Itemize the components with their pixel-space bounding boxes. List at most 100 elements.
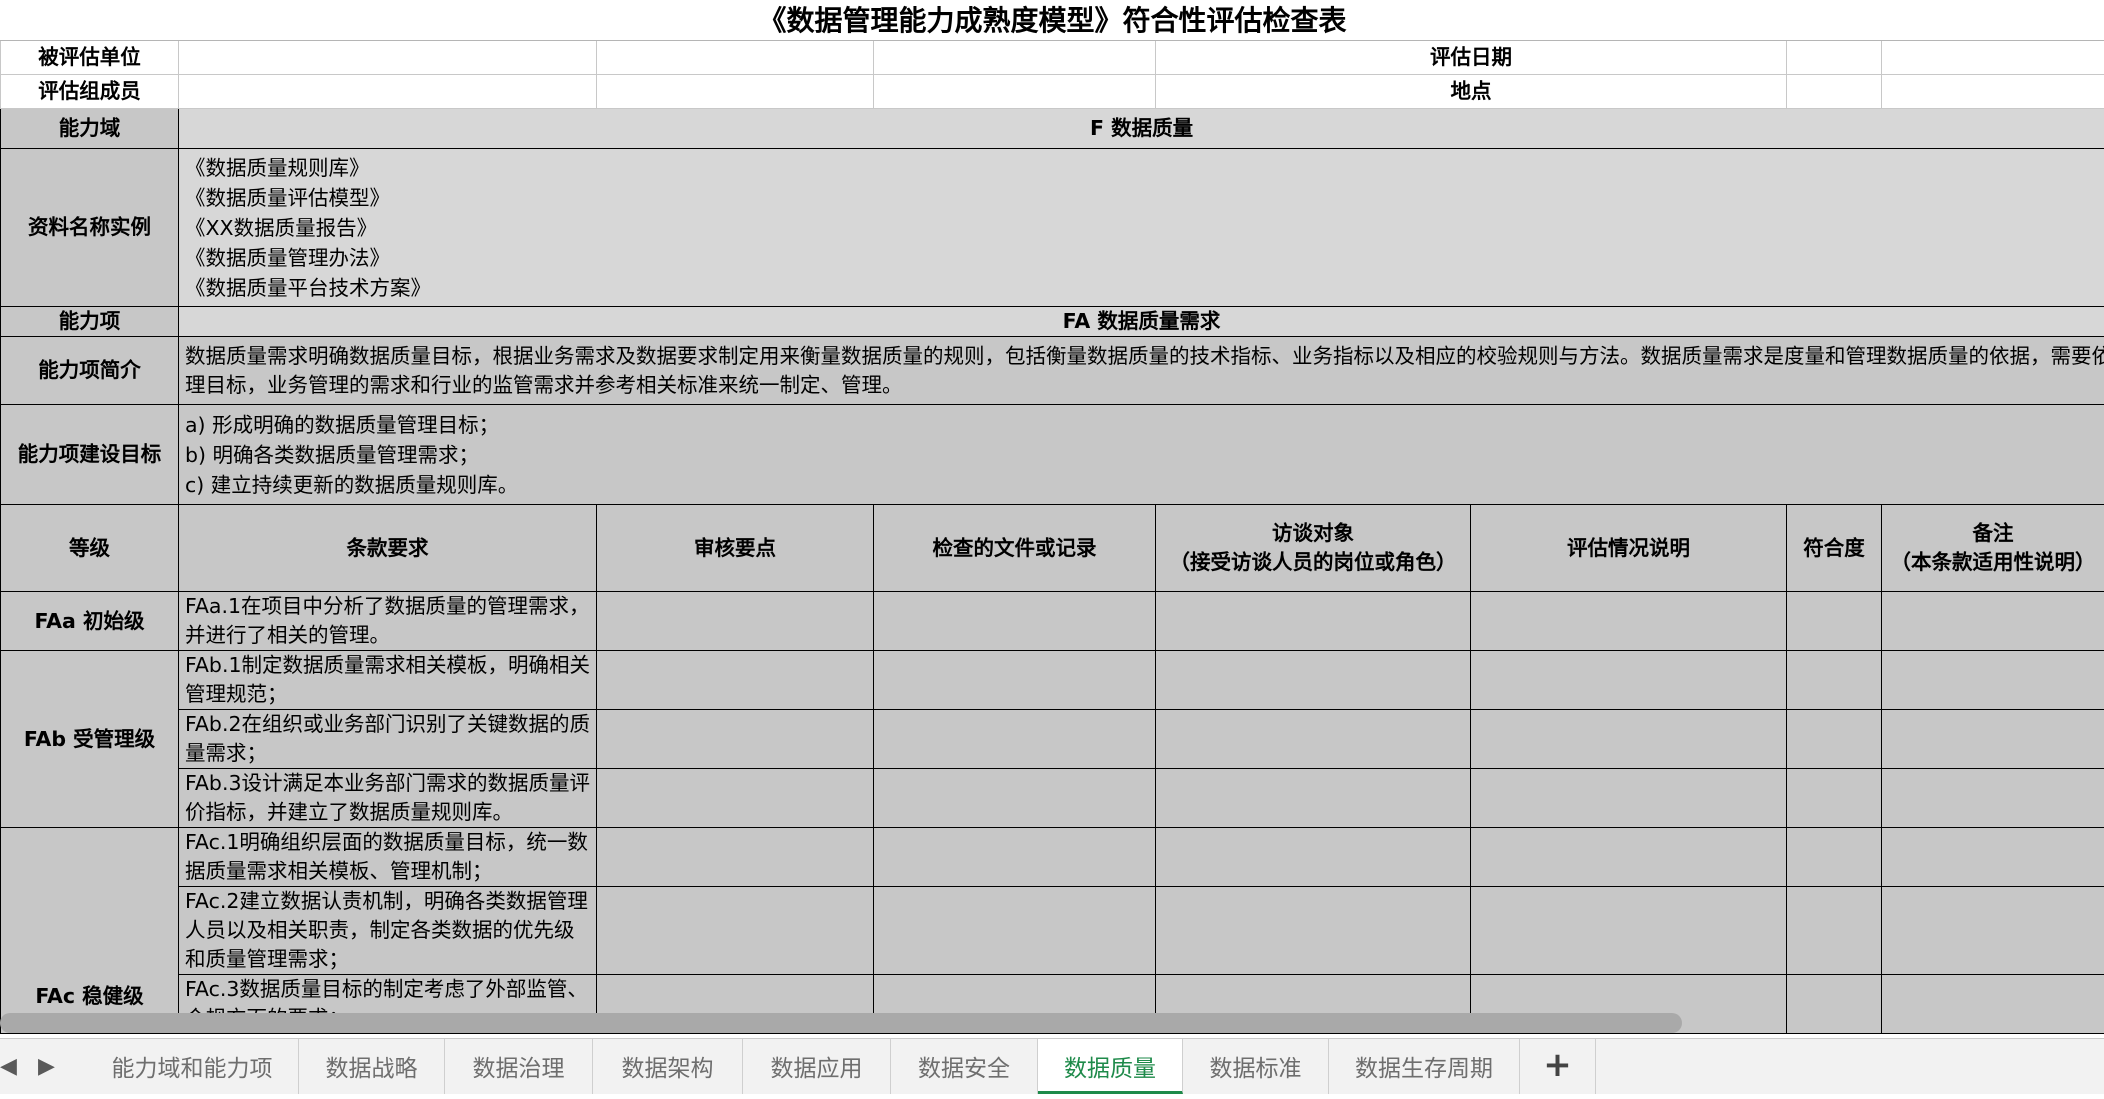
sheet-tab-data-strategy[interactable]: 数据战略 xyxy=(299,1039,445,1094)
sheet-tab-data-application[interactable]: 数据应用 xyxy=(743,1039,891,1094)
materials-label[interactable]: 资料名称实例 xyxy=(1,149,179,307)
docs-cell[interactable] xyxy=(874,651,1156,710)
evaluated-unit-cell[interactable] xyxy=(179,41,597,75)
team-members-cell[interactable] xyxy=(179,75,597,109)
add-sheet-icon[interactable]: + xyxy=(1520,1039,1596,1094)
sheet-tab-data-standard[interactable]: 数据标准 xyxy=(1183,1039,1329,1094)
audit-cell[interactable] xyxy=(597,592,874,651)
conformity-cell[interactable] xyxy=(1787,887,1882,975)
team-members-label[interactable]: 评估组成员 xyxy=(1,75,179,109)
docs-cell[interactable] xyxy=(874,710,1156,769)
audit-cell[interactable] xyxy=(597,769,874,828)
col-header-interviewee[interactable]: 访谈对象 （接受访谈人员的岗位或角色） xyxy=(1156,505,1471,592)
remark-cell[interactable] xyxy=(1882,710,2104,769)
domain-label[interactable]: 能力域 xyxy=(1,109,179,149)
material-item: 《数据质量管理办法》 xyxy=(185,243,2098,273)
audit-cell[interactable] xyxy=(597,710,874,769)
interviewee-cell[interactable] xyxy=(1156,887,1471,975)
col-header-clause[interactable]: 条款要求 xyxy=(179,505,597,592)
remark-cell[interactable] xyxy=(1882,828,2104,887)
remark-cell[interactable] xyxy=(1882,592,2104,651)
col-header-docs[interactable]: 检查的文件或记录 xyxy=(874,505,1156,592)
audit-cell[interactable] xyxy=(597,887,874,975)
scroll-tabs-left-icon[interactable]: ◀ xyxy=(0,1039,17,1094)
blank-cell[interactable] xyxy=(874,75,1156,109)
docs-cell[interactable] xyxy=(874,769,1156,828)
horizontal-scrollbar[interactable] xyxy=(0,1013,1682,1033)
col-header-level[interactable]: 等级 xyxy=(1,505,179,592)
result-cell[interactable] xyxy=(1471,769,1787,828)
goal-label[interactable]: 能力项建设目标 xyxy=(1,405,179,505)
remark-cell[interactable] xyxy=(1882,887,2104,975)
goal-list[interactable]: a) 形成明确的数据质量管理目标； b) 明确各类数据质量管理需求； c) 建立… xyxy=(179,405,2104,505)
remark-cell[interactable] xyxy=(1882,975,2104,1034)
place-label[interactable]: 地点 xyxy=(1156,75,1787,109)
docs-cell[interactable] xyxy=(874,828,1156,887)
clause-cell[interactable]: FAb.2在组织或业务部门识别了关键数据的质量需求； xyxy=(179,710,597,769)
interviewee-cell[interactable] xyxy=(1156,769,1471,828)
spreadsheet-grid[interactable]: 《数据管理能力成熟度模型》符合性评估检查表 被评估单位 评估日期 评估组成员 地… xyxy=(0,0,2104,1038)
intro-label[interactable]: 能力项简介 xyxy=(1,337,179,405)
level-robust[interactable]: FAc 稳健级 xyxy=(1,828,179,1034)
conformity-cell[interactable] xyxy=(1787,710,1882,769)
clause-cell[interactable]: FAc.2建立数据认责机制，明确各类数据管理人员以及相关职责，制定各类数据的优先… xyxy=(179,887,597,975)
goal-item: b) 明确各类数据质量管理需求； xyxy=(185,440,2098,470)
remark-cell[interactable] xyxy=(1882,651,2104,710)
remark-cell[interactable] xyxy=(1882,769,2104,828)
interviewee-cell[interactable] xyxy=(1156,592,1471,651)
sheet-tab-data-lifecycle[interactable]: 数据生存周期 xyxy=(1329,1039,1520,1094)
sheet-tab-capability-domain[interactable]: 能力域和能力项 xyxy=(86,1039,299,1094)
materials-list[interactable]: 《数据质量规则库》 《数据质量评估模型》 《XX数据质量报告》 《数据质量管理办… xyxy=(179,149,2104,307)
goal-item: c) 建立持续更新的数据质量规则库。 xyxy=(185,470,2098,500)
clause-cell[interactable]: FAc.1明确组织层面的数据质量目标，统一数据质量需求相关模板、管理机制； xyxy=(179,828,597,887)
evaluation-date-cell[interactable] xyxy=(1787,41,1882,75)
capability-item-value[interactable]: FA 数据质量需求 xyxy=(179,307,2104,337)
interviewee-cell[interactable] xyxy=(1156,710,1471,769)
place-cell[interactable] xyxy=(1787,75,1882,109)
col-header-audit[interactable]: 审核要点 xyxy=(597,505,874,592)
scroll-tabs-right-icon[interactable]: ▶ xyxy=(38,1039,55,1094)
col-header-result[interactable]: 评估情况说明 xyxy=(1471,505,1787,592)
level-initial[interactable]: FAa 初始级 xyxy=(1,592,179,651)
clause-cell[interactable]: FAb.1制定数据质量需求相关模板，明确相关管理规范； xyxy=(179,651,597,710)
evaluation-date-label[interactable]: 评估日期 xyxy=(1156,41,1787,75)
col-header-remark[interactable]: 备注 （本条款适用性说明） xyxy=(1882,505,2104,592)
conformity-cell[interactable] xyxy=(1787,592,1882,651)
blank-cell[interactable] xyxy=(597,75,874,109)
result-cell[interactable] xyxy=(1471,592,1787,651)
docs-cell[interactable] xyxy=(874,887,1156,975)
capability-item-label[interactable]: 能力项 xyxy=(1,307,179,337)
sheet-title[interactable]: 《数据管理能力成熟度模型》符合性评估检查表 xyxy=(1,0,2104,41)
domain-value[interactable]: F 数据质量 xyxy=(179,109,2104,149)
audit-cell[interactable] xyxy=(597,828,874,887)
sheet-tab-data-quality[interactable]: 数据质量 xyxy=(1038,1039,1183,1094)
blank-cell[interactable] xyxy=(1882,75,2104,109)
conformity-cell[interactable] xyxy=(1787,651,1882,710)
interviewee-cell[interactable] xyxy=(1156,828,1471,887)
level-managed[interactable]: FAb 受管理级 xyxy=(1,651,179,828)
sheet-tab-data-security[interactable]: 数据安全 xyxy=(891,1039,1038,1094)
clause-cell[interactable]: FAb.3设计满足本业务部门需求的数据质量评价指标，并建立了数据质量规则库。 xyxy=(179,769,597,828)
sheet-tab-bar: ◀ ▶ 能力域和能力项 数据战略 数据治理 数据架构 数据应用 数据安全 数据质… xyxy=(0,1038,2104,1094)
sheet-tab-data-architecture[interactable]: 数据架构 xyxy=(593,1039,743,1094)
blank-cell[interactable] xyxy=(874,41,1156,75)
conformity-cell[interactable] xyxy=(1787,769,1882,828)
blank-cell[interactable] xyxy=(597,41,874,75)
result-cell[interactable] xyxy=(1471,887,1787,975)
interviewee-cell[interactable] xyxy=(1156,651,1471,710)
result-cell[interactable] xyxy=(1471,828,1787,887)
sheet-tab-data-governance[interactable]: 数据治理 xyxy=(445,1039,593,1094)
conformity-cell[interactable] xyxy=(1787,975,1882,1034)
col-header-conformity[interactable]: 符合度 xyxy=(1787,505,1882,592)
docs-cell[interactable] xyxy=(874,592,1156,651)
conformity-cell[interactable] xyxy=(1787,828,1882,887)
audit-cell[interactable] xyxy=(597,651,874,710)
evaluated-unit-label[interactable]: 被评估单位 xyxy=(1,41,179,75)
material-item: 《数据质量平台技术方案》 xyxy=(185,273,2098,303)
result-cell[interactable] xyxy=(1471,651,1787,710)
result-cell[interactable] xyxy=(1471,710,1787,769)
clause-cell[interactable]: FAa.1在项目中分析了数据质量的管理需求，并进行了相关的管理。 xyxy=(179,592,597,651)
intro-text[interactable]: 数据质量需求明确数据质量目标，根据业务需求及数据要求制定用来衡量数据质量的规则，… xyxy=(179,337,2104,405)
blank-cell[interactable] xyxy=(1882,41,2104,75)
goal-item: a) 形成明确的数据质量管理目标； xyxy=(185,410,2098,440)
